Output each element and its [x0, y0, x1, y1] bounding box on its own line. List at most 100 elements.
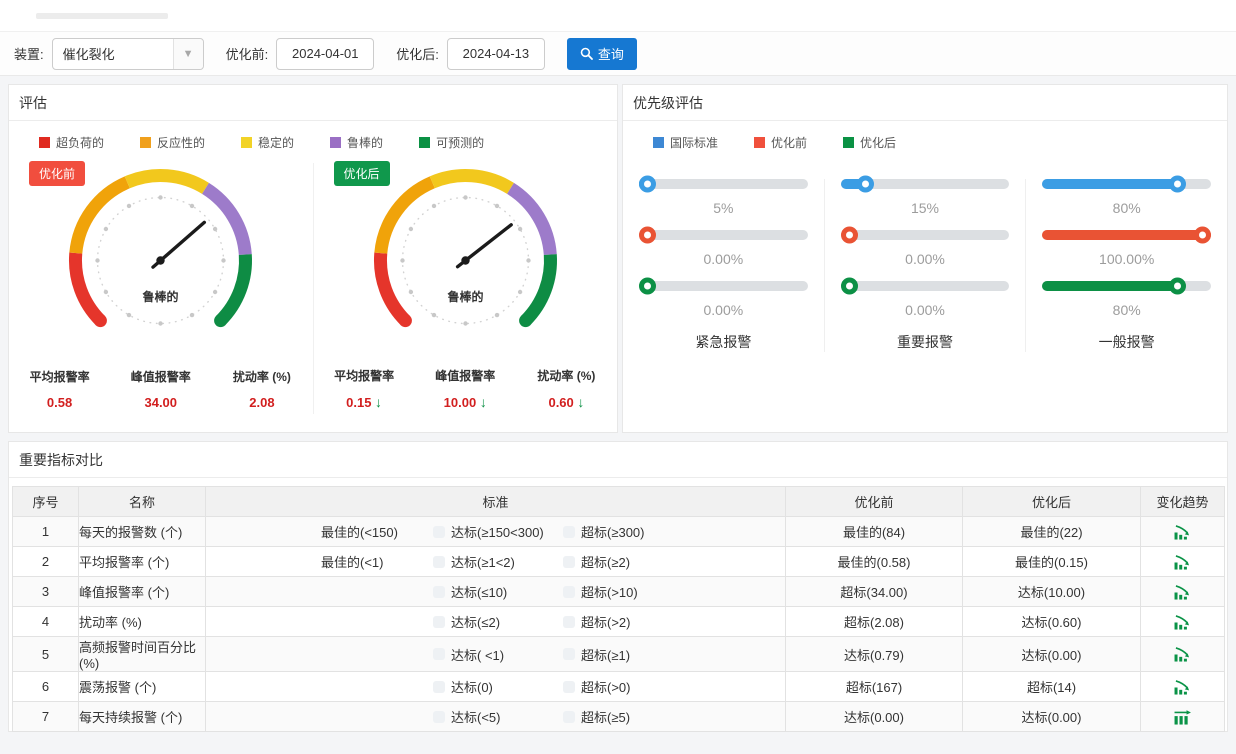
slider-handle[interactable]: [1194, 227, 1211, 244]
slider-国际标准[interactable]: [1042, 179, 1211, 189]
slider-优化后[interactable]: [841, 281, 1010, 291]
slider-国际标准[interactable]: [841, 179, 1010, 189]
legend-swatch: [754, 137, 765, 148]
table-row: 2 平均报警率 (个) 最佳的(<1) 达标(≥1<2) 超标(≥2) 最佳的(…: [13, 547, 1225, 577]
slider-value: 80%: [1042, 302, 1211, 318]
legend-label: 稳定的: [258, 134, 294, 151]
cell-index: 5: [13, 637, 79, 672]
priority-column: 15% 0.00% 0.00%重要报警: [824, 179, 1026, 352]
slider-handle[interactable]: [857, 176, 874, 193]
table-row: 7 每天持续报警 (个) 达标(<5) 超标(≥5) 达标(0.00) 达标(0…: [13, 702, 1225, 732]
cell-standard: 达标( <1) 超标(≥1): [206, 637, 786, 672]
standard-over: 超标(>10): [563, 582, 785, 601]
metric-value: 0.15 ↓: [314, 394, 415, 410]
slider-优化后[interactable]: [639, 281, 808, 291]
legend-swatch: [653, 137, 664, 148]
table-row: 3 峰值报警率 (个) 达标(≤10) 超标(>10) 超标(34.00) 达标…: [13, 577, 1225, 607]
metric-value: 34.00: [110, 395, 211, 410]
standard-chip: [563, 586, 575, 598]
slider-fill: [1042, 230, 1211, 240]
trend-flat-icon: [1173, 710, 1192, 725]
cell-standard: 达标(≤10) 超标(>10): [206, 577, 786, 607]
standard-chip: [563, 711, 575, 723]
table-header: 变化趋势: [1141, 487, 1225, 517]
trend-down-icon: [1173, 525, 1192, 540]
trend-down-icon: [1173, 555, 1192, 570]
cell-trend: [1141, 517, 1225, 547]
gauge-phase-badge: 优化后: [334, 161, 390, 186]
legend-item: 鲁棒的: [330, 134, 383, 151]
legend-label: 可预测的: [436, 134, 484, 151]
slider-优化前[interactable]: [639, 230, 808, 240]
slider-handle[interactable]: [841, 227, 858, 244]
slider-优化前[interactable]: [1042, 230, 1211, 240]
priority-column-title: 重要报警: [841, 332, 1010, 352]
query-button[interactable]: 查询: [567, 38, 637, 70]
legend-label: 国际标准: [670, 134, 718, 151]
slider-handle[interactable]: [639, 176, 656, 193]
svg-text:鲁棒的: 鲁棒的: [446, 289, 483, 304]
after-date-input[interactable]: [447, 38, 545, 70]
metric-value: 2.08: [211, 395, 312, 410]
device-select[interactable]: 催化裂化 ▼: [52, 38, 204, 70]
table-header: 序号: [13, 487, 79, 517]
cell-name: 震荡报警 (个): [79, 672, 206, 702]
gauge-after-block: 优化后 鲁棒的 平均报警率 0.15 ↓ 峰值报警率 10.00 ↓ 扰动率 (…: [314, 151, 618, 426]
legend-item: 反应性的: [140, 134, 205, 151]
standard-over: 超标(≥300): [563, 522, 785, 541]
cell-after: 达标(0.60): [963, 607, 1141, 637]
chevron-down-icon[interactable]: ▼: [173, 39, 203, 69]
cell-before: 最佳的(0.58): [786, 547, 963, 577]
slider-handle[interactable]: [1169, 278, 1186, 295]
standard-over: 超标(≥1): [563, 645, 785, 664]
trend-down-icon: [1173, 615, 1192, 630]
slider-handle[interactable]: [639, 278, 656, 295]
standard-ok: 达标(≤2): [433, 612, 563, 631]
standard-over: 超标(>0): [563, 677, 785, 696]
slider-handle[interactable]: [841, 278, 858, 295]
cell-trend: [1141, 607, 1225, 637]
standard-chip: [433, 711, 445, 723]
cell-after: 达标(10.00): [963, 577, 1141, 607]
gauge-metric: 扰动率 (%) 0.60 ↓: [516, 367, 617, 410]
cell-trend: [1141, 672, 1225, 702]
standard-best: 最佳的(<1): [321, 552, 433, 571]
down-arrow-icon: ↓: [375, 394, 382, 410]
svg-text:鲁棒的: 鲁棒的: [142, 289, 179, 304]
standard-chip: [563, 616, 575, 628]
slider-优化后[interactable]: [1042, 281, 1211, 291]
standard-ok: 达标(0): [433, 677, 563, 696]
slider-value: 5%: [639, 200, 808, 216]
standard-ok: 达标(≤10): [433, 582, 563, 601]
cell-index: 1: [13, 517, 79, 547]
cell-trend: [1141, 547, 1225, 577]
device-select-value: 催化裂化: [63, 44, 115, 63]
table-row: 5 高频报警时间百分比 (%) 达标( <1) 超标(≥1) 达标(0.79) …: [13, 637, 1225, 672]
comparison-title: 重要指标对比: [9, 442, 1227, 478]
before-date-input[interactable]: [276, 38, 374, 70]
gauge-metric: 平均报警率 0.58: [9, 368, 110, 410]
priority-column-title: 一般报警: [1042, 332, 1211, 352]
slider-value: 80%: [1042, 200, 1211, 216]
slider-国际标准[interactable]: [639, 179, 808, 189]
standard-chip: [563, 556, 575, 568]
down-arrow-icon: ↓: [577, 394, 584, 410]
standard-over: 超标(>2): [563, 612, 785, 631]
cell-before: 最佳的(84): [786, 517, 963, 547]
metric-label: 平均报警率: [9, 368, 110, 385]
cell-name: 每天的报警数 (个): [79, 517, 206, 547]
slider-优化前[interactable]: [841, 230, 1010, 240]
cell-trend: [1141, 577, 1225, 607]
trend-down-icon: [1173, 647, 1192, 662]
standard-best: 最佳的(<150): [321, 522, 433, 541]
gauge-metric: 平均报警率 0.15 ↓: [314, 367, 415, 410]
cell-trend: [1141, 702, 1225, 732]
priority-slider-columns: 5% 0.00% 0.00%紧急报警 15% 0.00% 0.00%重要报警: [623, 151, 1227, 352]
before-date-label: 优化前:: [226, 44, 269, 63]
slider-handle[interactable]: [1169, 176, 1186, 193]
slider-handle[interactable]: [639, 227, 656, 244]
gauge-metrics: 平均报警率 0.58 峰值报警率 34.00 扰动率 (%) 2.08: [9, 368, 313, 410]
cell-after: 最佳的(22): [963, 517, 1141, 547]
metric-value: 10.00 ↓: [415, 394, 516, 410]
cell-index: 2: [13, 547, 79, 577]
